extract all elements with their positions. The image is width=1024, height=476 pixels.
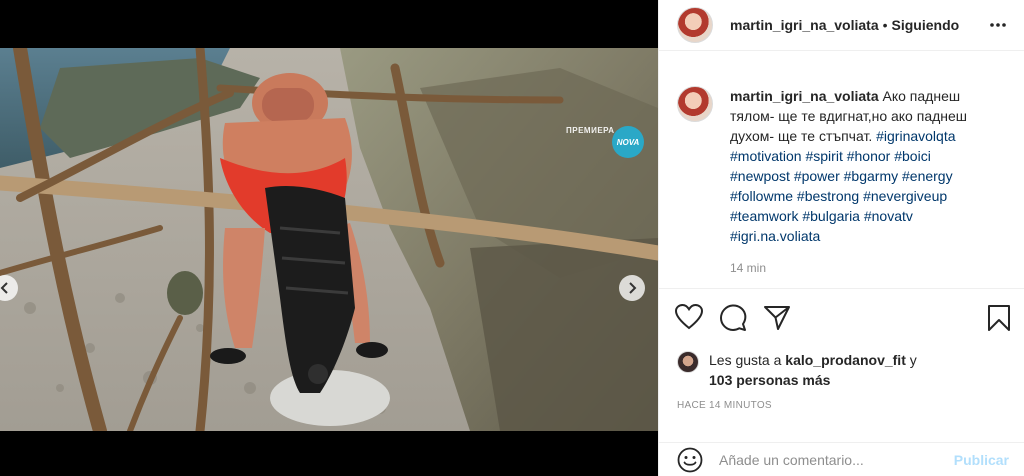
beach-scene-image [0, 48, 658, 431]
following-button[interactable]: Siguiendo [892, 17, 960, 33]
caption-username[interactable]: martin_igri_na_voliata [730, 88, 879, 104]
publish-button[interactable]: Publicar [954, 452, 1009, 468]
hashtag-link[interactable]: #power [794, 168, 840, 184]
caption-avatar[interactable] [677, 86, 713, 122]
hashtag-link[interactable]: #honor [847, 148, 891, 164]
carousel-next-button[interactable] [619, 275, 645, 301]
author-username[interactable]: martin_igri_na_voliata [730, 17, 879, 33]
author-avatar[interactable] [677, 7, 713, 43]
action-bar [675, 304, 1015, 332]
post-photo[interactable]: ПРЕМИЕРА NOVA [0, 48, 658, 431]
liker-username[interactable]: kalo_prodanov_fit [785, 352, 906, 368]
comment-form: Añade un comentario... Publicar [659, 443, 1024, 476]
hashtag-link[interactable]: #bulgaria [802, 208, 860, 224]
hashtag-link[interactable]: #spirit [805, 148, 842, 164]
hashtag-link[interactable]: #bestrong [797, 188, 859, 204]
tv-watermark: ПРЕМИЕРА [566, 126, 615, 135]
header-separator: • [882, 17, 888, 33]
hashtag-link[interactable]: #followme [730, 188, 793, 204]
hashtag-link[interactable]: #motivation [730, 148, 802, 164]
post-header: martin_igri_na_voliata • Siguiendo [659, 0, 1024, 51]
hashtag-link[interactable]: #bgarmy [844, 168, 898, 184]
post-timestamp[interactable]: HACE 14 MINUTOS [677, 400, 772, 411]
likes-suffix: y [909, 352, 917, 368]
post-caption: martin_igri_na_voliata Ако паднеш тялом-… [677, 86, 1007, 278]
chevron-right-icon [629, 282, 637, 294]
hashtag-link[interactable]: #novatv [864, 208, 913, 224]
hashtag-link[interactable]: #igrinavolqta [876, 128, 955, 144]
comment-input[interactable]: Añade un comentario... [719, 452, 954, 468]
hashtag-link[interactable]: #newpost [730, 168, 790, 184]
post-media: ПРЕМИЕРА NOVA [0, 0, 658, 476]
comment-bubble-icon[interactable] [719, 304, 747, 332]
heart-icon[interactable] [675, 304, 703, 330]
liker-avatar[interactable] [677, 351, 699, 373]
hashtag-link[interactable]: #igri.na.voliata [730, 228, 820, 244]
share-paper-plane-icon[interactable] [763, 304, 791, 332]
nova-logo: NOVA [612, 126, 644, 158]
chevron-left-icon [0, 282, 8, 294]
more-options-icon[interactable] [989, 16, 1007, 34]
hashtag-link[interactable]: #energy [902, 168, 953, 184]
hashtag-link[interactable]: #nevergiveup [863, 188, 947, 204]
caption-body: martin_igri_na_voliata Ако паднеш тялом-… [730, 86, 992, 246]
caption-timestamp: 14 min [730, 261, 767, 275]
likes-others-link[interactable]: 103 personas más [709, 372, 830, 388]
bookmark-icon[interactable] [987, 304, 1011, 332]
actions-divider [659, 288, 1024, 289]
emoji-smiley-icon[interactable] [677, 447, 703, 473]
likes-prefix: Les gusta a [709, 352, 782, 368]
likes-summary: Les gusta a kalo_prodanov_fit y 103 pers… [677, 350, 997, 390]
caption-hashtags: #igrinavolqta #motivation #spirit #honor… [730, 128, 956, 244]
post-sidebar: martin_igri_na_voliata • Siguiendo marti… [658, 0, 1024, 476]
hashtag-link[interactable]: #boici [894, 148, 931, 164]
hashtag-link[interactable]: #teamwork [730, 208, 798, 224]
